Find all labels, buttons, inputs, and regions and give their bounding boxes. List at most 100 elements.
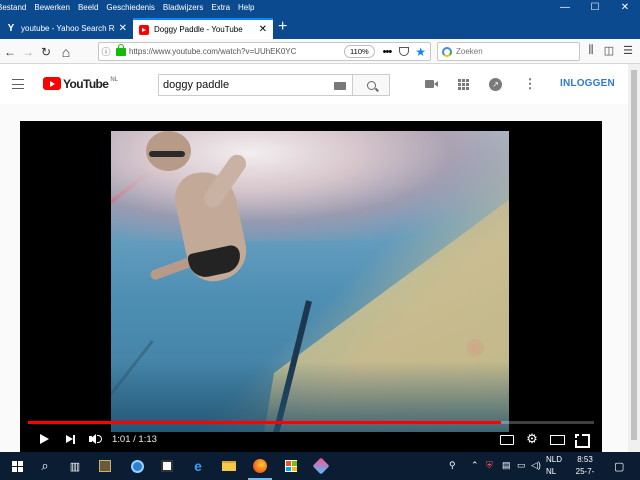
url-text[interactable]: https://www.youtube.com/watch?v=UUhEK0YC [129, 47, 344, 56]
tab-bar: Y youtube - Yahoo Search Result ✕ Doggy … [0, 15, 640, 39]
menu-help[interactable]: Help [234, 3, 258, 12]
tab-yahoo-search[interactable]: Y youtube - Yahoo Search Result ✕ [0, 18, 133, 39]
battery-tray-icon[interactable]: ▭ [517, 460, 526, 471]
more-options-icon[interactable]: ⋮ [523, 77, 537, 90]
browser-app-icon[interactable] [128, 457, 146, 475]
youtube-search-input[interactable] [163, 79, 323, 91]
edge-browser-icon[interactable]: e [189, 457, 207, 475]
paint-3d-app-icon[interactable] [312, 457, 330, 475]
page-actions-icon[interactable]: ••• [383, 46, 393, 58]
keyboard-layout: NL [546, 467, 557, 476]
info-icon[interactable]: ⓘ [99, 45, 113, 58]
tab-title: youtube - Yahoo Search Result [21, 24, 115, 33]
browser-search-input[interactable] [456, 47, 566, 56]
tab-close-icon[interactable]: ✕ [119, 23, 127, 34]
apps-grid-icon[interactable] [458, 79, 469, 90]
menu-bar: Bestand Bewerken Beeld Geschiedenis Blad… [0, 0, 640, 15]
lock-icon[interactable] [116, 43, 126, 56]
library-icon[interactable]: ⫼ [583, 44, 599, 57]
youtube-wordmark: YouTube [63, 77, 109, 91]
youtube-region-label: NL [110, 77, 119, 83]
windows-taskbar: ⌕ ▥ e ⚲ ⌃ ⛨ ▤ ▭ ◁) NLD NL 8:53 25-7-2018… [0, 452, 640, 480]
navigation-toolbar: ← → ↻ ⌂ ⓘ https://www.youtube.com/watch?… [0, 39, 640, 64]
network-tray-icon[interactable]: ▤ [502, 460, 511, 471]
firefox-app-icon[interactable] [248, 457, 272, 480]
tab-doggy-paddle[interactable]: Doggy Paddle - YouTube ✕ [133, 18, 273, 39]
hamburger-menu-icon[interactable]: ☰ [620, 44, 636, 57]
sidebar-icon[interactable]: ◫ [601, 44, 617, 57]
search-icon [366, 80, 376, 90]
bookmark-star-icon[interactable]: ★ [415, 45, 426, 59]
menu-bestand[interactable]: Bestand [0, 3, 30, 12]
clock-date: 25-7-2018 [575, 467, 595, 480]
youtube-search-button[interactable] [352, 74, 390, 96]
person-tray-icon[interactable]: ⚲ [449, 460, 456, 471]
home-icon[interactable]: ⌂ [58, 44, 74, 60]
youtube-play-logo-icon [43, 77, 61, 90]
file-explorer-icon[interactable] [220, 457, 238, 475]
guide-menu-icon[interactable] [12, 79, 24, 89]
clock-time: 8:53 [577, 455, 593, 464]
google-icon [442, 46, 452, 57]
theater-mode-icon[interactable] [550, 432, 565, 446]
settings-gear-icon[interactable]: ⚙ [525, 432, 539, 446]
forward-icon[interactable]: → [20, 44, 36, 60]
taskbar-search-icon[interactable]: ⌕ [36, 457, 54, 475]
volume-tray-icon[interactable]: ◁) [531, 460, 541, 471]
input-language-indicator[interactable]: NLD NL [546, 454, 562, 478]
subtitles-icon[interactable] [500, 432, 514, 446]
youtube-search-box[interactable] [158, 74, 352, 96]
photos-app-icon[interactable] [158, 457, 176, 475]
close-window-button[interactable]: ✕ [610, 0, 640, 15]
menu-geschiedenis[interactable]: Geschiedenis [102, 3, 158, 12]
window-controls: — ☐ ✕ [550, 0, 640, 15]
pocket-icon[interactable] [399, 47, 410, 56]
windows-start-icon[interactable] [8, 457, 26, 475]
youtube-favicon-icon [139, 24, 149, 35]
video-progress-bar[interactable] [28, 421, 594, 424]
video-frame[interactable] [111, 131, 509, 432]
yahoo-favicon-icon: Y [7, 23, 15, 34]
language-code: NLD [546, 455, 563, 464]
progress-played [28, 421, 501, 424]
video-player[interactable]: 1:01 / 1:13 ⚙ [20, 121, 602, 452]
next-video-icon[interactable] [64, 432, 78, 446]
tab-close-icon[interactable]: ✕ [259, 24, 267, 35]
back-icon[interactable]: ← [2, 44, 18, 60]
swimmer-goggles [149, 151, 185, 157]
reload-icon[interactable]: ↻ [38, 44, 54, 60]
store-app-icon[interactable] [282, 457, 300, 475]
menu-extra[interactable]: Extra [207, 3, 234, 12]
show-hidden-icons-icon[interactable]: ⌃ [471, 460, 479, 471]
minimize-button[interactable]: — [550, 0, 580, 15]
upload-video-icon[interactable] [425, 80, 438, 88]
url-bar[interactable]: ⓘ https://www.youtube.com/watch?v=UUhEK0… [98, 42, 431, 61]
media-player-app-icon[interactable] [96, 457, 114, 475]
task-view-icon[interactable]: ▥ [66, 457, 84, 475]
antivirus-shield-icon[interactable]: ⛨ [486, 460, 493, 471]
youtube-logo[interactable]: YouTube NL [43, 77, 118, 91]
volume-icon[interactable] [88, 432, 102, 446]
keyboard-icon[interactable] [334, 82, 346, 90]
notifications-icon[interactable]: ▢ [614, 460, 624, 473]
menu-bladwijzers[interactable]: Bladwijzers [159, 3, 207, 12]
maximize-button[interactable]: ☐ [580, 0, 610, 15]
tab-title: Doggy Paddle - YouTube [154, 25, 243, 34]
play-icon[interactable] [38, 432, 52, 446]
menu-beeld[interactable]: Beeld [74, 3, 102, 12]
zoom-level-button[interactable]: 110% [344, 45, 375, 58]
taskbar-clock[interactable]: 8:53 25-7-2018 [567, 454, 603, 480]
scrollbar-thumb[interactable] [631, 70, 637, 440]
new-tab-button[interactable]: + [278, 19, 287, 35]
fullscreen-icon[interactable] [574, 432, 590, 448]
browser-search-bar[interactable] [437, 42, 580, 61]
menu-bewerken[interactable]: Bewerken [30, 3, 74, 12]
login-button[interactable]: INLOGGEN [560, 78, 615, 89]
swimmer [141, 131, 252, 301]
messages-icon[interactable]: ↗ [489, 78, 502, 91]
youtube-header: YouTube NL ↗ ⋮ INLOGGEN [0, 64, 628, 104]
page-scrollbar[interactable] [628, 64, 640, 452]
light-reflection [466, 339, 484, 357]
player-controls: 1:01 / 1:13 ⚙ [20, 427, 602, 451]
video-time: 1:01 / 1:13 [112, 434, 157, 445]
